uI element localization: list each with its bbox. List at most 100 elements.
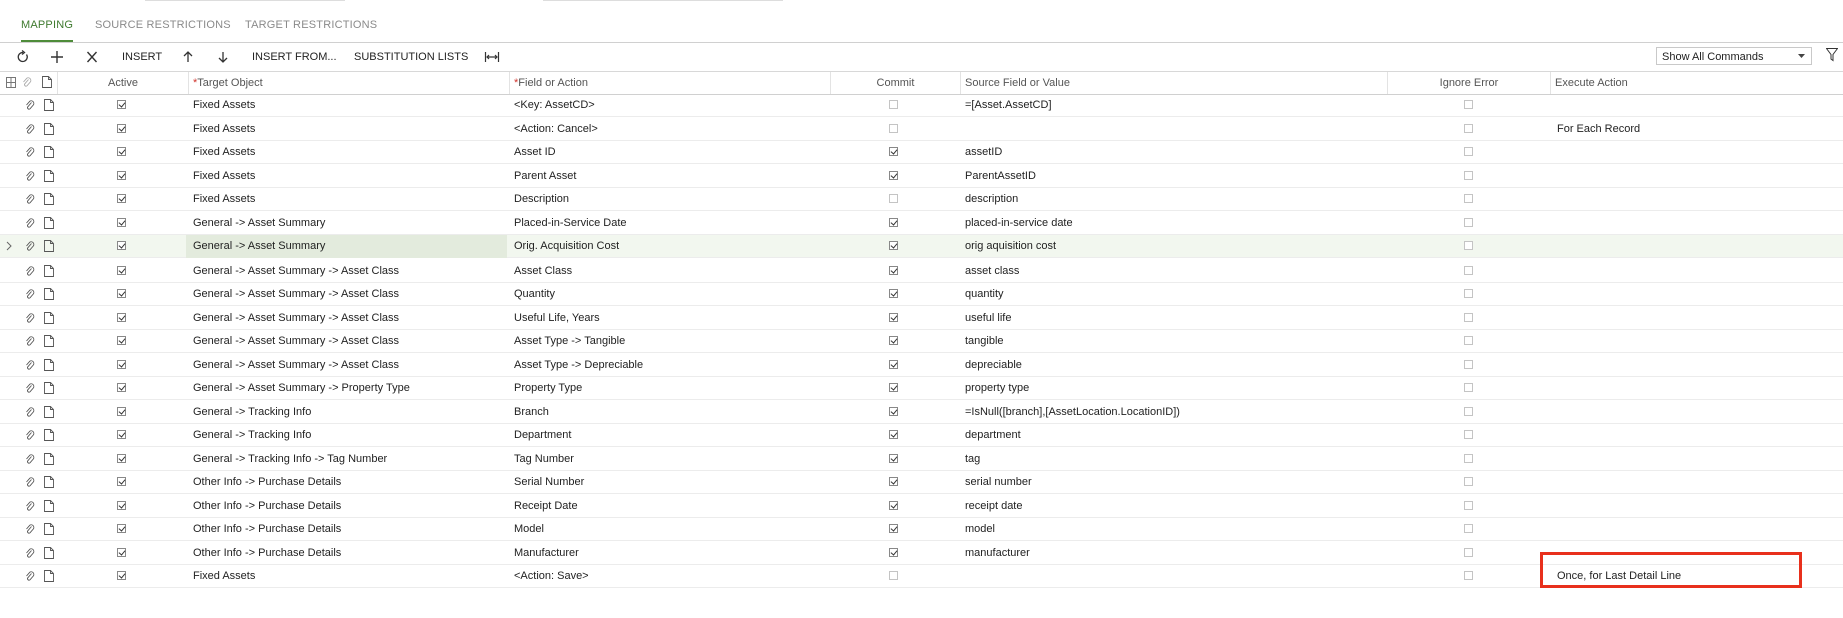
note-icon[interactable] bbox=[44, 406, 54, 418]
tab-source-restrictions[interactable]: SOURCE RESTRICTIONS bbox=[95, 8, 231, 42]
table-row[interactable]: General -> Asset Summary -> Asset Class A… bbox=[0, 330, 1843, 353]
attachment-icon[interactable] bbox=[25, 571, 35, 582]
tab-mapping[interactable]: MAPPING bbox=[21, 8, 74, 42]
source-field-cell[interactable]: tangible bbox=[965, 330, 1383, 353]
target-object-cell[interactable]: General -> Asset Summary -> Asset Class bbox=[193, 354, 505, 377]
column-header-target-object[interactable]: *Target Object bbox=[188, 72, 509, 94]
field-or-action-cell[interactable]: Placed-in-Service Date bbox=[514, 212, 826, 235]
source-field-cell[interactable] bbox=[965, 118, 1383, 141]
note-icon[interactable] bbox=[44, 453, 54, 465]
source-field-cell[interactable]: manufacturer bbox=[965, 542, 1383, 565]
active-checkbox[interactable] bbox=[117, 336, 126, 345]
source-field-cell[interactable]: description bbox=[965, 188, 1383, 211]
note-icon[interactable] bbox=[44, 335, 54, 347]
active-checkbox[interactable] bbox=[117, 218, 126, 227]
target-object-cell[interactable]: Other Info -> Purchase Details bbox=[193, 471, 505, 494]
field-or-action-cell[interactable]: Asset Type -> Depreciable bbox=[514, 354, 826, 377]
target-object-cell[interactable]: Other Info -> Purchase Details bbox=[193, 518, 505, 541]
ignore-error-checkbox[interactable] bbox=[1464, 360, 1473, 369]
commit-checkbox[interactable] bbox=[889, 501, 898, 510]
ignore-error-checkbox[interactable] bbox=[1464, 336, 1473, 345]
source-field-cell[interactable]: property type bbox=[965, 377, 1383, 400]
source-field-cell[interactable]: assetID bbox=[965, 141, 1383, 164]
note-icon[interactable] bbox=[44, 123, 54, 135]
table-row[interactable]: General -> Asset Summary -> Asset Class A… bbox=[0, 354, 1843, 377]
field-or-action-cell[interactable]: Asset Class bbox=[514, 260, 826, 283]
note-icon[interactable] bbox=[44, 146, 54, 158]
target-object-cell[interactable]: General -> Asset Summary -> Asset Class bbox=[193, 307, 505, 330]
active-checkbox[interactable] bbox=[117, 360, 126, 369]
note-icon[interactable] bbox=[44, 193, 54, 205]
field-or-action-cell[interactable]: Tag Number bbox=[514, 448, 826, 471]
field-or-action-cell[interactable]: Branch bbox=[514, 401, 826, 424]
attachment-icon[interactable] bbox=[25, 289, 35, 300]
execute-action-cell[interactable] bbox=[1557, 307, 1837, 330]
execute-action-cell[interactable] bbox=[1557, 448, 1837, 471]
source-field-cell[interactable]: quantity bbox=[965, 283, 1383, 306]
commit-checkbox[interactable] bbox=[889, 100, 898, 109]
active-checkbox[interactable] bbox=[117, 194, 126, 203]
commit-checkbox[interactable] bbox=[889, 360, 898, 369]
execute-action-cell[interactable] bbox=[1557, 401, 1837, 424]
ignore-error-checkbox[interactable] bbox=[1464, 407, 1473, 416]
commit-checkbox[interactable] bbox=[889, 430, 898, 439]
commit-checkbox[interactable] bbox=[889, 194, 898, 203]
active-checkbox[interactable] bbox=[117, 407, 126, 416]
execute-action-cell[interactable] bbox=[1557, 141, 1837, 164]
ignore-error-checkbox[interactable] bbox=[1464, 477, 1473, 486]
close-icon[interactable] bbox=[86, 47, 98, 67]
attachment-icon[interactable] bbox=[25, 124, 35, 135]
field-or-action-cell[interactable]: <Key: AssetCD> bbox=[514, 94, 826, 117]
active-checkbox[interactable] bbox=[117, 100, 126, 109]
execute-action-cell[interactable] bbox=[1557, 424, 1837, 447]
table-row[interactable]: General -> Asset Summary -> Asset Class A… bbox=[0, 260, 1843, 283]
column-header-active[interactable]: Active bbox=[57, 72, 188, 94]
column-header-source-field[interactable]: Source Field or Value bbox=[960, 72, 1387, 94]
column-header-field-or-action[interactable]: *Field or Action bbox=[509, 72, 830, 94]
commit-checkbox[interactable] bbox=[889, 336, 898, 345]
field-or-action-cell[interactable]: Serial Number bbox=[514, 471, 826, 494]
ignore-error-checkbox[interactable] bbox=[1464, 100, 1473, 109]
tab-target-restrictions[interactable]: TARGET RESTRICTIONS bbox=[245, 8, 377, 42]
group-toggle-icon[interactable] bbox=[6, 77, 16, 91]
note-icon[interactable] bbox=[44, 312, 54, 324]
attachment-icon[interactable] bbox=[25, 241, 35, 252]
target-object-cell[interactable]: General -> Asset Summary bbox=[193, 212, 505, 235]
table-row[interactable]: Fixed Assets Asset ID assetID bbox=[0, 141, 1843, 164]
execute-action-cell[interactable] bbox=[1557, 188, 1837, 211]
note-icon[interactable] bbox=[44, 217, 54, 229]
note-icon[interactable] bbox=[44, 265, 54, 277]
ignore-error-checkbox[interactable] bbox=[1464, 241, 1473, 250]
refresh-icon[interactable] bbox=[16, 47, 30, 67]
table-row[interactable]: Fixed Assets <Key: AssetCD> =[Asset.AssetC… bbox=[0, 94, 1843, 117]
active-checkbox[interactable] bbox=[117, 266, 126, 275]
field-or-action-cell[interactable]: Department bbox=[514, 424, 826, 447]
source-field-cell[interactable]: =IsNull([branch],[AssetLocation.Location… bbox=[965, 401, 1383, 424]
note-icon[interactable] bbox=[44, 240, 54, 252]
target-object-cell[interactable]: General -> Tracking Info bbox=[193, 401, 505, 424]
target-object-cell[interactable]: Other Info -> Purchase Details bbox=[193, 542, 505, 565]
column-header-commit[interactable]: Commit bbox=[830, 72, 960, 94]
note-icon[interactable] bbox=[44, 288, 54, 300]
source-field-cell[interactable]: serial number bbox=[965, 471, 1383, 494]
field-or-action-cell[interactable]: Useful Life, Years bbox=[514, 307, 826, 330]
execute-action-cell[interactable] bbox=[1557, 283, 1837, 306]
active-checkbox[interactable] bbox=[117, 241, 126, 250]
attachment-icon[interactable] bbox=[25, 501, 35, 512]
execute-action-cell[interactable] bbox=[1557, 212, 1837, 235]
execute-action-cell[interactable] bbox=[1557, 377, 1837, 400]
column-header-execute-action[interactable]: Execute Action bbox=[1550, 72, 1843, 94]
note-icon[interactable] bbox=[44, 570, 54, 582]
source-field-cell[interactable] bbox=[965, 565, 1383, 588]
table-row[interactable]: General -> Asset Summary -> Property Typ… bbox=[0, 377, 1843, 400]
commit-checkbox[interactable] bbox=[889, 383, 898, 392]
table-row[interactable]: General -> Tracking Info Branch =IsNull([b… bbox=[0, 401, 1843, 424]
fit-columns-icon[interactable] bbox=[484, 47, 500, 67]
source-field-cell[interactable]: tag bbox=[965, 448, 1383, 471]
target-object-cell[interactable]: Fixed Assets bbox=[193, 565, 505, 588]
attachment-icon[interactable] bbox=[25, 454, 35, 465]
commit-checkbox[interactable] bbox=[889, 171, 898, 180]
ignore-error-checkbox[interactable] bbox=[1464, 501, 1473, 510]
commit-checkbox[interactable] bbox=[889, 241, 898, 250]
table-row[interactable]: Other Info -> Purchase Details Serial Num… bbox=[0, 471, 1843, 494]
